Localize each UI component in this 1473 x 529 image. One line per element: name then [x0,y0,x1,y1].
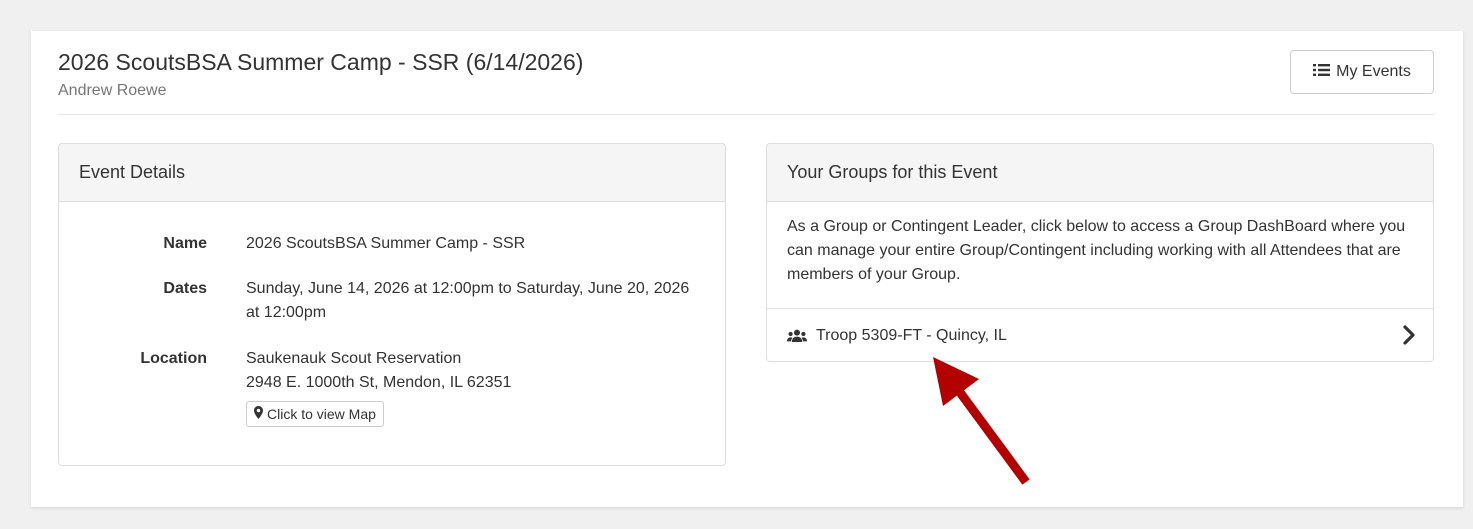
location-address: 2948 E. 1000th St, Mendon, IL 62351 [246,374,512,391]
attendee-name: Andrew Roewe [58,82,167,99]
map-marker-icon [254,405,263,423]
location-label: Location [140,350,207,367]
header-divider [58,114,1434,115]
my-events-button[interactable]: My Events [1290,50,1434,94]
groups-description: As a Group or Contingent Leader, click b… [787,218,1406,283]
users-icon [787,329,807,343]
event-card: 2026 ScoutsBSA Summer Camp - SSR (6/14/2… [31,31,1463,507]
list-icon [1313,63,1331,82]
event-details-heading: Event Details [59,144,725,202]
dates-label: Dates [163,280,207,297]
groups-heading: Your Groups for this Event [767,144,1433,202]
group-list-item[interactable]: Troop 5309-FT - Quincy, IL [767,309,1433,361]
my-events-label: My Events [1336,63,1411,80]
dates-value: Sunday, June 14, 2026 at 12:00pm to Satu… [246,280,690,321]
groups-panel: Your Groups for this Event As a Group or… [766,143,1434,362]
view-map-label: Click to view Map [267,406,376,422]
chevron-right-icon [1403,325,1415,350]
name-label: Name [163,235,207,252]
group-item-label: Troop 5309-FT - Quincy, IL [816,326,1007,344]
annotation-arrow-icon [925,355,1035,492]
event-details-panel: Event Details Name 2026 ScoutsBSA Summer… [58,143,726,466]
name-value: 2026 ScoutsBSA Summer Camp - SSR [246,235,526,252]
page-title: 2026 ScoutsBSA Summer Camp - SSR (6/14/2… [58,49,584,75]
location-value: Saukenauk Scout Reservation 2948 E. 1000… [246,347,696,427]
view-map-button[interactable]: Click to view Map [246,401,384,427]
location-name: Saukenauk Scout Reservation [246,350,462,367]
